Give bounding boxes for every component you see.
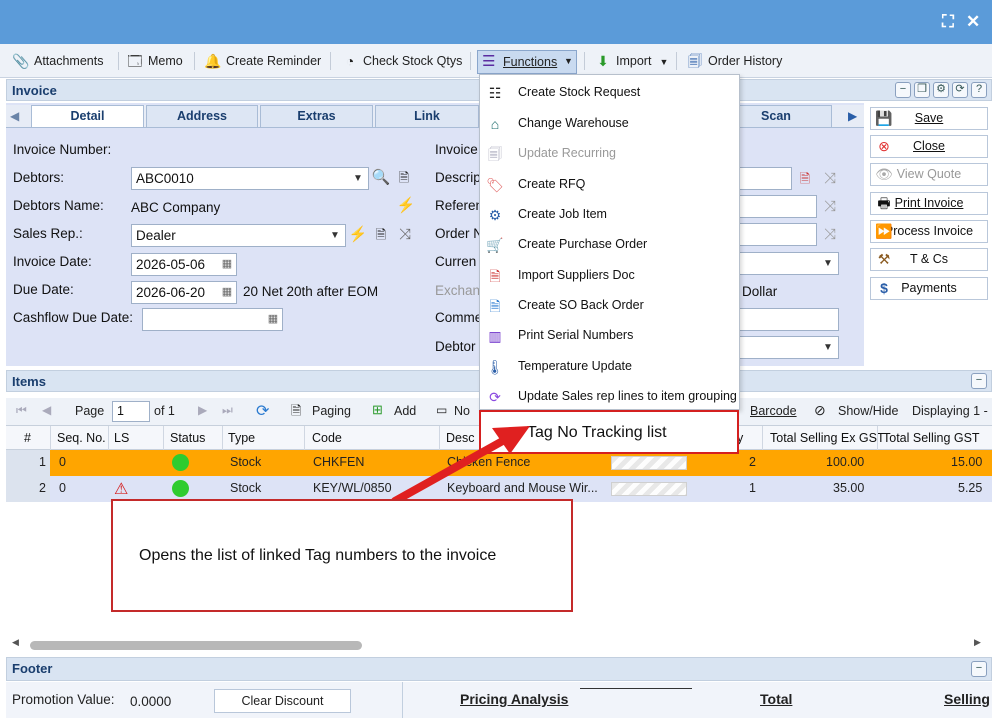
annotation-callout: Opens the list of linked Tag numbers to …: [111, 499, 573, 612]
